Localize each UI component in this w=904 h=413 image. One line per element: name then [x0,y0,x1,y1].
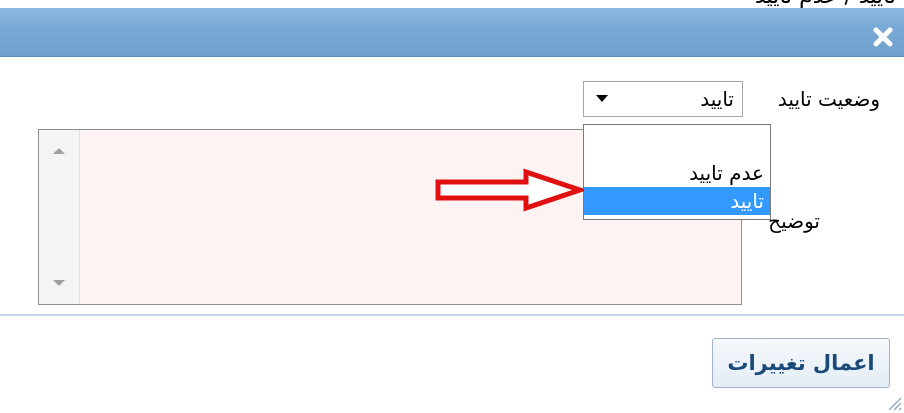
approval-dialog: تایید / عدم تایید وضعیت تایید تایید توضی… [0,0,904,413]
status-label: وضعیت تایید [777,87,880,111]
description-label: توضیح [768,209,820,233]
status-dropdown-list[interactable]: عدم تایید تایید [583,124,771,220]
status-select-value: تایید [700,87,734,111]
close-icon[interactable] [872,26,894,48]
status-option-reject[interactable]: عدم تایید [584,159,770,187]
status-select[interactable]: تایید [583,81,743,117]
dialog-footer: اعمال تغییرات [0,316,904,413]
scroll-up-icon[interactable] [53,148,65,154]
clipped-header-area: تایید / عدم تایید [0,0,904,8]
resize-grip-icon[interactable] [884,393,902,411]
apply-changes-button[interactable]: اعمال تغییرات [712,338,890,388]
chevron-down-icon[interactable] [596,95,608,102]
status-option-empty[interactable] [584,131,770,159]
scroll-down-icon[interactable] [53,280,65,286]
clipped-header-text: تایید / عدم تایید [755,0,896,8]
status-option-approve[interactable]: تایید [584,187,770,215]
red-arrow-annotation [435,168,584,212]
dialog-titlebar [0,8,904,57]
textarea-scrollbar[interactable] [39,130,80,304]
